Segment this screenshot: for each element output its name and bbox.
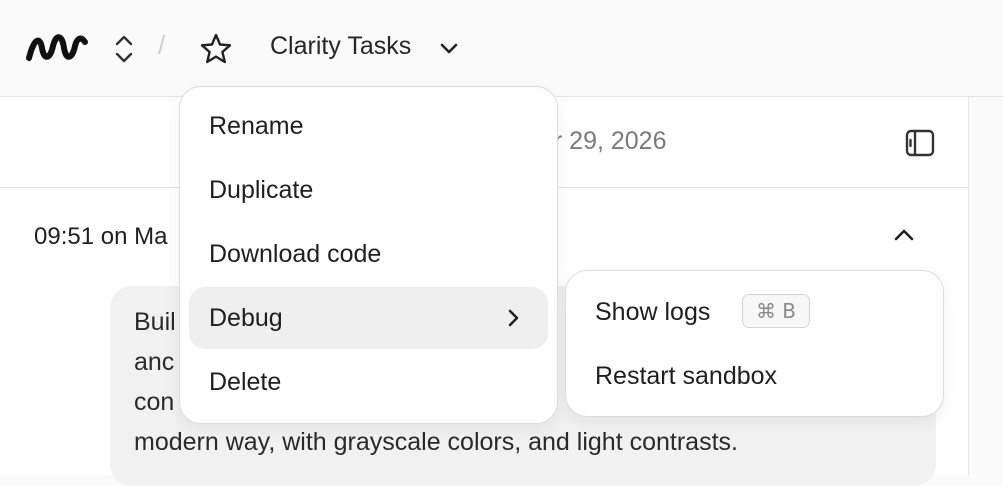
menu-item-label: Rename: [209, 112, 304, 140]
menu-item-download-code[interactable]: Download code: [189, 223, 548, 285]
menu-item-delete[interactable]: Delete: [189, 351, 548, 413]
sidebar-panel-icon[interactable]: [904, 127, 936, 159]
debug-submenu: Show logs ⌘ B Restart sandbox: [565, 270, 944, 417]
menu-item-label: Delete: [209, 368, 282, 396]
keyboard-shortcut-badge: ⌘ B: [742, 294, 810, 328]
submenu-item-label: Show logs: [595, 298, 711, 326]
breadcrumb-separator: /: [158, 30, 166, 60]
project-context-menu: Rename Duplicate Download code Debug Del…: [179, 86, 558, 424]
star-icon[interactable]: [198, 31, 234, 67]
wave-logo-icon[interactable]: [26, 30, 88, 66]
menu-item-label: Duplicate: [209, 176, 314, 204]
project-name[interactable]: Clarity Tasks: [270, 32, 411, 61]
menu-item-label: Debug: [209, 304, 283, 332]
message-timestamp: 09:51 on Ma: [34, 223, 168, 250]
menu-item-debug[interactable]: Debug: [189, 287, 548, 349]
right-edge-panel: [969, 96, 1003, 475]
chevron-up-icon[interactable]: [890, 221, 918, 249]
session-date: ar 29, 2026: [540, 127, 667, 155]
submenu-item-show-logs[interactable]: Show logs ⌘ B: [575, 283, 934, 341]
submenu-item-label: Restart sandbox: [595, 362, 778, 390]
menu-item-duplicate[interactable]: Duplicate: [189, 159, 548, 221]
menu-item-rename[interactable]: Rename: [189, 95, 548, 157]
chevron-up-down-icon[interactable]: [112, 32, 136, 66]
chevron-right-icon: [508, 309, 519, 327]
menu-item-label: Download code: [209, 240, 382, 268]
top-bar: / Clarity Tasks: [0, 0, 1003, 96]
submenu-item-restart-sandbox[interactable]: Restart sandbox: [575, 347, 934, 405]
chevron-down-icon[interactable]: [436, 36, 462, 62]
